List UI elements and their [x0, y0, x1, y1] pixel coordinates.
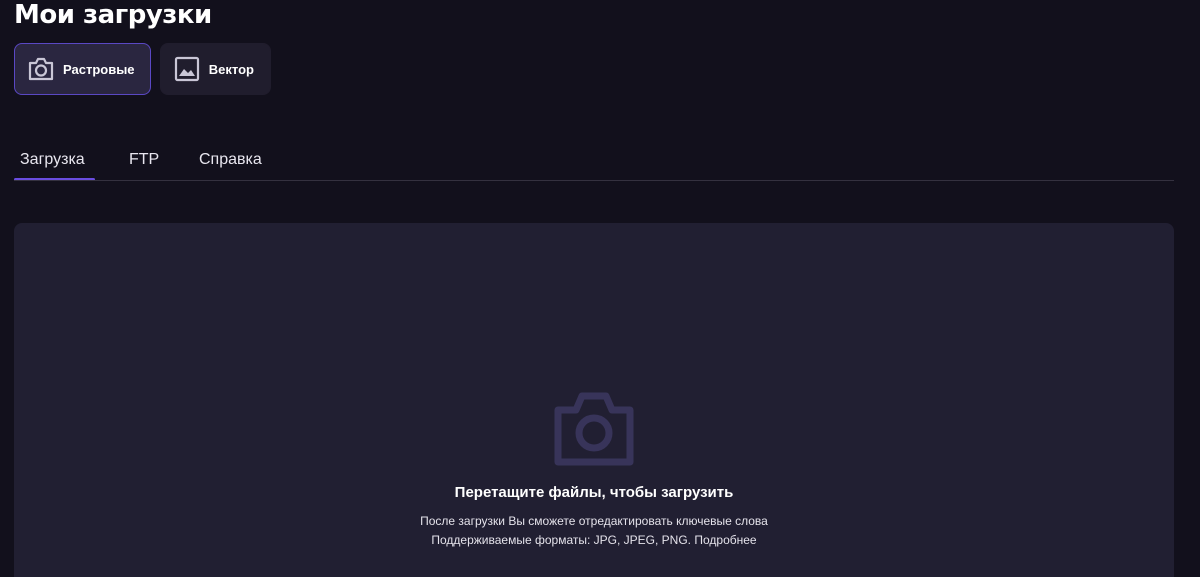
- raster-type-button[interactable]: Растровые: [14, 43, 151, 95]
- more-info-link[interactable]: Подробнее: [694, 533, 756, 547]
- vector-type-label: Вектор: [208, 61, 254, 77]
- tab-upload[interactable]: Загрузка: [14, 148, 95, 181]
- tab-help[interactable]: Справка: [193, 148, 268, 181]
- camera-icon: [552, 390, 636, 468]
- tab-upload-label: Загрузка: [20, 151, 85, 168]
- upload-tabs: Загрузка FTP Справка: [14, 140, 1174, 181]
- supported-formats: Поддерживаемые форматы: JPG, JPEG, PNG. …: [14, 533, 1174, 547]
- upload-dropzone[interactable]: Перетащите файлы, чтобы загрузить После …: [14, 223, 1174, 577]
- camera-icon: [27, 55, 55, 83]
- tab-help-label: Справка: [199, 151, 262, 168]
- tab-ftp[interactable]: FTP: [123, 148, 165, 181]
- tabs-divider: [14, 180, 1174, 181]
- page-title: Мои загрузки: [14, 0, 212, 30]
- dropzone-hint: После загрузки Вы сможете отредактироват…: [420, 514, 768, 528]
- dropzone-title: Перетащите файлы, чтобы загрузить: [454, 484, 734, 501]
- supported-formats-text: Поддерживаемые форматы: JPG, JPEG, PNG.: [431, 533, 692, 547]
- page: Мои загрузки Растровые Вектор Загрузка F…: [0, 0, 1200, 577]
- tab-ftp-label: FTP: [129, 151, 160, 168]
- vector-type-button[interactable]: Вектор: [160, 43, 271, 95]
- raster-type-label: Растровые: [63, 61, 135, 77]
- file-type-switch: Растровые Вектор: [14, 43, 271, 95]
- image-icon: [173, 55, 201, 83]
